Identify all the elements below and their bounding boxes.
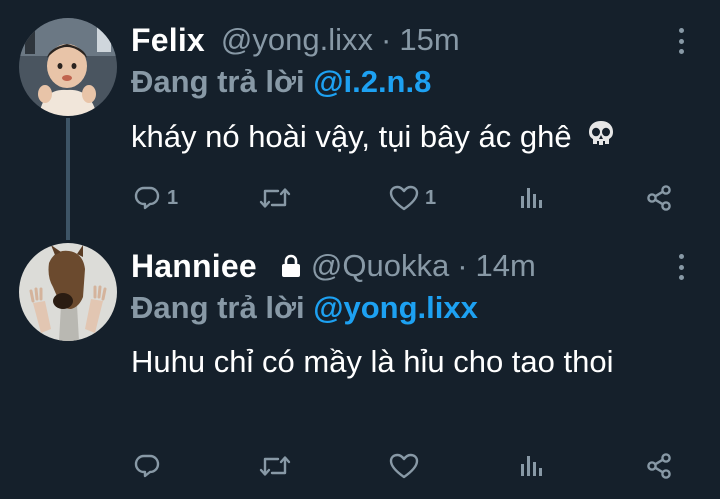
action-bar <box>0 446 720 486</box>
retweet-icon <box>259 456 291 476</box>
reply-button[interactable]: 1 <box>133 178 178 218</box>
tweet-text-content: kháy nó hoài vậy, tụi bây ác ghê <box>131 119 572 154</box>
avatar-horse-mask-image <box>19 243 117 341</box>
tweet-text-content: Huhu chỉ có mầy là hỉu cho tao thoi <box>131 344 614 379</box>
tweet-header: Felix @yong.lixx · 15m <box>131 18 460 62</box>
reply-count: 1 <box>167 186 179 209</box>
retweet-icon <box>259 188 291 208</box>
avatar-hanniee[interactable] <box>19 243 117 341</box>
reply-icon <box>134 454 160 478</box>
tweet-text: kháy nó hoài vậy, tụi bây ác ghê <box>131 115 691 161</box>
tweet-felix[interactable]: Felix @yong.lixx · 15m Đang trả lời @i.2… <box>0 0 720 240</box>
mention-link[interactable]: @yong.lixx <box>313 290 478 325</box>
user-handle[interactable]: @Quokka <box>311 248 449 284</box>
reply-button[interactable] <box>133 446 167 486</box>
user-handle[interactable]: @yong.lixx <box>221 22 373 58</box>
mention-link[interactable]: @i.2.n.8 <box>313 64 431 99</box>
retweet-button[interactable] <box>258 446 298 486</box>
display-name[interactable]: Hanniee <box>131 248 257 285</box>
share-button[interactable] <box>645 178 673 218</box>
lock-icon <box>279 253 303 279</box>
avatar-baby-image <box>19 18 117 116</box>
timestamp[interactable]: 14m <box>476 248 536 284</box>
share-icon <box>647 185 671 211</box>
more-icon[interactable] <box>675 26 687 56</box>
like-count: 1 <box>425 186 437 209</box>
reply-icon <box>134 186 160 210</box>
like-button[interactable] <box>389 446 425 486</box>
analytics-icon <box>521 188 542 208</box>
replying-to: Đang trả lời @i.2.n.8 <box>131 64 431 100</box>
skull-emoji <box>586 117 616 161</box>
analytics-icon <box>521 456 542 476</box>
separator-dot: · <box>457 248 468 283</box>
like-button[interactable]: 1 <box>389 178 436 218</box>
replying-to: Đang trả lời @yong.lixx <box>131 290 478 326</box>
tweet-header: Hanniee @Quokka · 14m <box>131 244 536 288</box>
replying-prefix: Đang trả lời <box>131 290 305 325</box>
share-icon <box>647 453 671 479</box>
avatar-felix[interactable] <box>19 18 117 116</box>
like-icon <box>389 185 419 211</box>
retweet-button[interactable] <box>258 178 298 218</box>
display-name[interactable]: Felix <box>131 22 205 59</box>
tweet-text: Huhu chỉ có mầy là hỉu cho tao thoi <box>131 340 651 384</box>
tweet-hanniee[interactable]: Hanniee @Quokka · 14m Đang trả lời @yong… <box>0 240 720 499</box>
timestamp[interactable]: 15m <box>399 22 459 58</box>
more-icon[interactable] <box>675 252 687 282</box>
replying-prefix: Đang trả lời <box>131 64 305 99</box>
separator-dot: · <box>381 22 392 57</box>
share-button[interactable] <box>645 446 673 486</box>
analytics-button[interactable] <box>518 446 544 486</box>
action-bar: 1 1 <box>0 178 720 218</box>
like-icon <box>389 453 419 479</box>
analytics-button[interactable] <box>518 178 544 218</box>
